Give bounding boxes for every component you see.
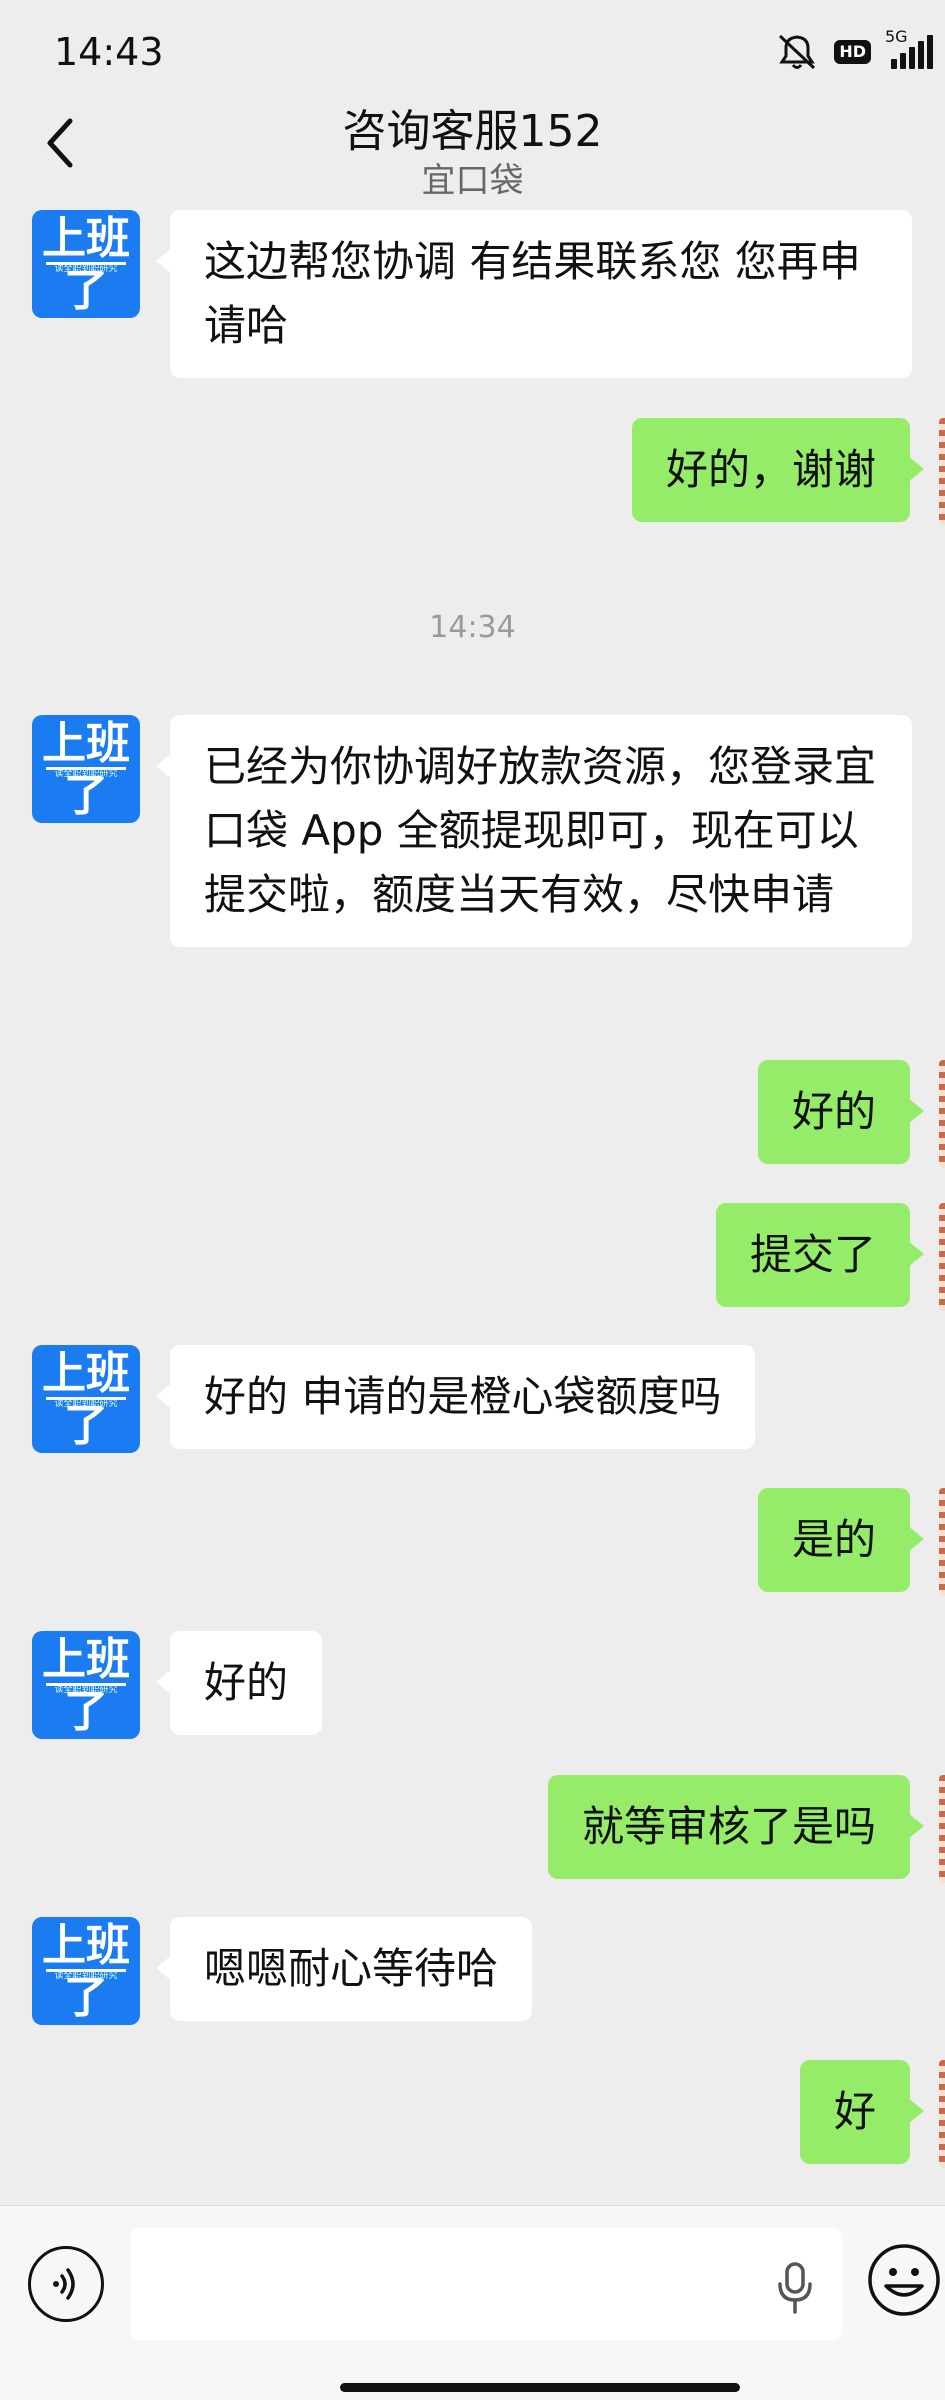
message-bubble-right[interactable]: 好的 (757, 1060, 925, 1164)
contact-avatar[interactable]: 上班 读全职到职研究 了 (32, 1345, 140, 1453)
hd-icon: HD (834, 40, 871, 64)
message-input[interactable] (130, 2228, 842, 2340)
message-bubble-right[interactable]: 提交了 (715, 1203, 925, 1307)
message-bubble-left[interactable]: 好的 申请的是橙心袋额度吗 (155, 1345, 756, 1449)
chat-screen: 14:43 HD 5G 咨询客服152 宜口袋 上班 读全职到职研究 了 这边帮… (0, 0, 945, 2400)
contact-avatar[interactable]: 上班 读全职到职研究 了 (32, 1917, 140, 2025)
status-time: 14:43 (54, 30, 164, 74)
mute-icon (774, 32, 820, 72)
message-bubble-left[interactable]: 嗯嗯耐心等待哈 (155, 1917, 533, 2021)
contact-avatar[interactable]: 上班 读全职到职研究 了 (32, 1631, 140, 1739)
message-bubble-right[interactable]: 好的，谢谢 (631, 418, 925, 522)
chat-subtitle: 宜口袋 (421, 161, 524, 201)
network-label: 5G (885, 27, 908, 46)
voice-icon (53, 2268, 75, 2300)
self-avatar[interactable] (939, 2060, 945, 2168)
voice-button[interactable] (28, 2246, 104, 2322)
timestamp: 14:34 (429, 610, 516, 645)
status-bar: 14:43 HD 5G (0, 0, 945, 95)
mic-button[interactable] (770, 2258, 820, 2318)
emoji-icon (868, 2244, 940, 2316)
message-bubble-right[interactable]: 是的 (757, 1488, 925, 1592)
signal-icon: 5G (885, 27, 933, 69)
self-avatar[interactable] (939, 1488, 945, 1596)
message-bubble-left[interactable]: 这边帮您协调 有结果联系您 您再申请哈 (156, 210, 912, 378)
message-bubble-right[interactable]: 好 (799, 2060, 925, 2164)
contact-avatar[interactable]: 上班 读全职到职研究 了 (32, 210, 140, 318)
chat-title: 咨询客服152 (342, 106, 603, 157)
status-icons: HD 5G (774, 27, 933, 74)
self-avatar[interactable] (939, 418, 945, 526)
message-bubble-left[interactable]: 已经为你协调好放款资源，您登录宜口袋 App 全额提现即可，现在可以提交啦，额度… (156, 715, 912, 947)
title-bar: 咨询客服152 宜口袋 (0, 95, 945, 205)
emoji-button[interactable] (866, 2242, 942, 2318)
message-bubble-left[interactable]: 好的 (155, 1631, 323, 1735)
input-bar (0, 2205, 945, 2400)
message-bubble-right[interactable]: 就等审核了是吗 (547, 1775, 925, 1879)
self-avatar[interactable] (939, 1060, 945, 1168)
contact-avatar[interactable]: 上班 读全职到职研究 了 (32, 715, 140, 823)
message-list[interactable]: 上班 读全职到职研究 了 这边帮您协调 有结果联系您 您再申请哈 好的，谢谢 1… (0, 205, 945, 2200)
mic-icon (778, 2262, 812, 2314)
self-avatar[interactable] (939, 1775, 945, 1883)
home-indicator[interactable] (340, 2383, 740, 2392)
self-avatar[interactable] (939, 1203, 945, 1311)
